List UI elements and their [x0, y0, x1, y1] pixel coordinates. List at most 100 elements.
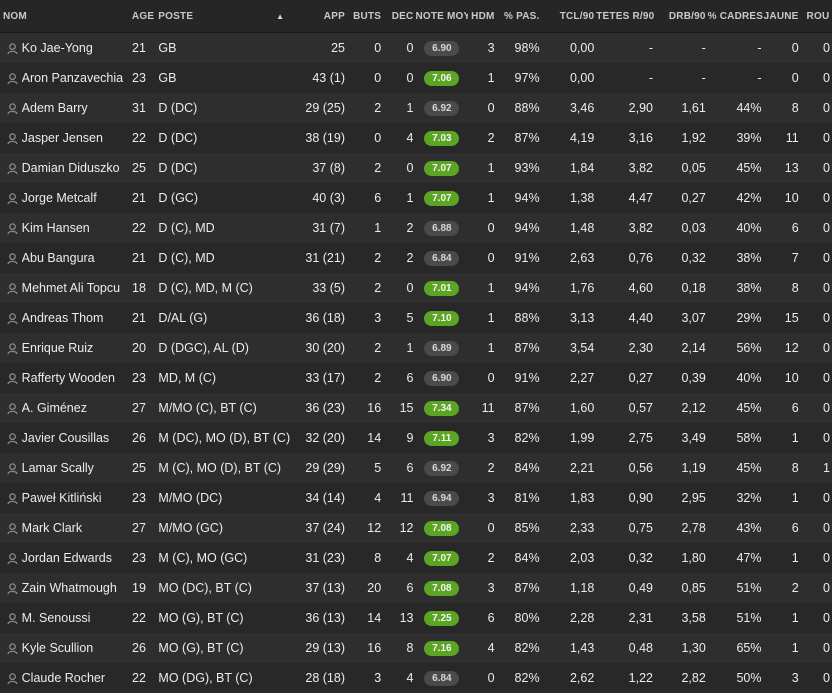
col-header-age[interactable]: ÂGE [132, 11, 158, 22]
player-name[interactable]: Mark Clark [22, 521, 132, 535]
player-person-icon [0, 312, 22, 324]
table-row[interactable]: Mehmet Ali Topcu 18 D (C), MD, M (C) 33 (5)… [0, 273, 832, 303]
table-row[interactable]: M. Senoussi 22 MO (G), BT (C) 36 (13) 14 13 7.… [0, 603, 832, 633]
player-name[interactable]: Jordan Edwards [22, 551, 132, 565]
player-yellow-cards: 15 [784, 311, 799, 325]
table-row[interactable]: Jorge Metcalf 21 D (GC) 40 (3) 6 1 7.07 1 94% 1,3… [0, 183, 832, 213]
col-header-note[interactable]: NOTE MOY [415, 11, 468, 22]
player-red-cards: 0 [823, 341, 830, 355]
player-name[interactable]: Javier Cousillas [22, 431, 132, 445]
col-header-poste[interactable]: POSTE ▲ [158, 11, 290, 22]
player-shots-on-target-pct: 51% [736, 581, 762, 595]
player-yellow-cards: 1 [791, 641, 799, 655]
col-header-tetes[interactable]: TÊTES R/90 [596, 11, 655, 22]
table-row[interactable]: Lamar Scally 25 M (C), MO (D), BT (C) 29 (2… [0, 453, 832, 483]
player-pass-pct: 94% [514, 221, 540, 235]
table-row[interactable]: Ko Jae-Yong 21 GB 25 0 0 6.90 3 98% 0,00 - - - 0 0 [0, 33, 832, 63]
player-shots-on-target-pct: 38% [736, 251, 762, 265]
player-pass-pct: 84% [514, 551, 540, 565]
col-header-drb[interactable]: DRB/90 [655, 11, 708, 22]
table-row[interactable]: Enrique Ruiz 20 D (DGC), AL (D) 30 (20) 2 1 6.… [0, 333, 832, 363]
col-header-cadres[interactable]: % CADRÉS [708, 11, 764, 22]
table-row[interactable]: Rafferty Wooden 23 MD, M (C) 33 (17) 2 6 6.90 0… [0, 363, 832, 393]
player-name[interactable]: Ko Jae-Yong [22, 41, 132, 55]
table-row[interactable]: Claude Rocher 22 MO (DG), BT (C) 28 (18) 3 4 6… [0, 663, 832, 693]
player-name[interactable]: A. Giménez [22, 401, 132, 415]
player-yellow-cards: 10 [784, 191, 799, 205]
table-row[interactable]: Aron Panzavechia 23 GB 43 (1) 0 0 7.06 1 97% 0,00… [0, 63, 832, 93]
rating-badge: 6.90 [424, 371, 460, 386]
player-age: 22 [132, 611, 146, 625]
player-name[interactable]: M. Senoussi [22, 611, 132, 625]
table-row[interactable]: Paweł Kitliński 23 M/MO (DC) 34 (14) 4 11 6.94… [0, 483, 832, 513]
player-position: D (DGC), AL (D) [158, 341, 249, 355]
player-tackles-90: 2,62 [569, 671, 595, 685]
table-row[interactable]: Andreas Thom 21 D/AL (G) 36 (18) 3 5 7.10 1 88% 3… [0, 303, 832, 333]
player-appearances: 30 (20) [305, 341, 345, 355]
col-header-jaune[interactable]: JAUNE [763, 11, 800, 22]
player-name[interactable]: Zain Whatmough [22, 581, 132, 595]
player-name[interactable]: Andreas Thom [22, 311, 132, 325]
col-header-tcl[interactable]: TCL/90 [542, 11, 597, 22]
table-header: NOM ÂGE POSTE ▲ APP BUTS DÉC NOTE MOY HD… [0, 0, 832, 33]
player-tackles-90: 2,03 [569, 551, 595, 565]
player-headers-90: 4,40 [628, 311, 653, 325]
player-name[interactable]: Paweł Kitliński [22, 491, 132, 505]
player-goals: 2 [374, 371, 382, 385]
player-name[interactable]: Kyle Scullion [22, 641, 132, 655]
player-appearances: 36 (18) [305, 311, 345, 325]
player-name[interactable]: Abu Bangura [22, 251, 132, 265]
col-header-app[interactable]: APP [290, 11, 347, 22]
player-dribbles-90: 0,32 [681, 251, 706, 265]
player-name[interactable]: Enrique Ruiz [22, 341, 132, 355]
player-position: M (C), MO (GC) [158, 551, 248, 565]
table-row[interactable]: Mark Clark 27 M/MO (GC) 37 (24) 12 12 7.08 0 85%… [0, 513, 832, 543]
player-name[interactable]: Claude Rocher [22, 671, 132, 685]
table-row[interactable]: Zain Whatmough 19 MO (DC), BT (C) 37 (13) 20… [0, 573, 832, 603]
rating-badge: 7.10 [424, 311, 460, 326]
player-goals: 4 [374, 491, 382, 505]
player-name[interactable]: Jorge Metcalf [22, 191, 132, 205]
player-rating: 6.84 [415, 670, 468, 686]
player-name[interactable]: Mehmet Ali Topcu [22, 281, 132, 295]
player-motm: 1 [487, 161, 495, 175]
table-row[interactable]: Adem Barry 31 D (DC) 29 (25) 2 1 6.92 0 88% 3,46 2… [0, 93, 832, 123]
col-header-rouge[interactable]: ROU [801, 11, 832, 22]
player-shots-on-target-pct: 45% [736, 461, 762, 475]
player-position: D (C), MD [158, 251, 215, 265]
player-position: GB [158, 41, 177, 55]
player-shots-on-target-pct: 32% [736, 491, 762, 505]
player-rating: 7.03 [415, 130, 468, 146]
table-row[interactable]: Jordan Edwards 23 M (C), MO (GC) 31 (23) 8 4 7… [0, 543, 832, 573]
player-name[interactable]: Kim Hansen [22, 221, 132, 235]
player-name[interactable]: Rafferty Wooden [22, 371, 132, 385]
table-row[interactable]: Damian Diduszko 25 D (DC) 37 (8) 2 0 7.07 1 93% 1… [0, 153, 832, 183]
table-row[interactable]: Kyle Scullion 26 MO (G), BT (C) 29 (13) 16 8 7… [0, 633, 832, 663]
player-name[interactable]: Jasper Jensen [22, 131, 132, 145]
col-header-nom[interactable]: NOM [0, 11, 132, 22]
player-pass-pct: 87% [514, 401, 540, 415]
col-header-dec[interactable]: DÉC [383, 11, 415, 22]
player-assists: 2 [406, 221, 414, 235]
col-header-pas[interactable]: % PAS. [497, 11, 542, 22]
player-shots-on-target-pct: - [757, 71, 762, 85]
table-row[interactable]: A. Giménez 27 M/MO (C), BT (C) 36 (23) 16 15 7… [0, 393, 832, 423]
player-headers-90: 3,82 [628, 161, 653, 175]
player-name[interactable]: Aron Panzavechia [22, 71, 132, 85]
col-header-buts[interactable]: BUTS [347, 11, 383, 22]
player-pass-pct: 87% [514, 341, 540, 355]
col-header-hdm[interactable]: HDM [468, 11, 496, 22]
table-row[interactable]: Abu Bangura 21 D (C), MD 31 (21) 2 2 6.84 0 91% 2… [0, 243, 832, 273]
player-assists: 0 [406, 161, 414, 175]
table-row[interactable]: Jasper Jensen 22 D (DC) 38 (19) 0 4 7.03 2 87% 4,… [0, 123, 832, 153]
player-name[interactable]: Adem Barry [22, 101, 132, 115]
table-row[interactable]: Javier Cousillas 26 M (DC), MO (D), BT (C)… [0, 423, 832, 453]
table-row[interactable]: Kim Hansen 22 D (C), MD 31 (7) 1 2 6.88 0 94% 1,4… [0, 213, 832, 243]
player-red-cards: 0 [823, 641, 830, 655]
player-name[interactable]: Damian Diduszko [22, 161, 132, 175]
player-name[interactable]: Lamar Scally [22, 461, 132, 475]
player-age: 18 [132, 281, 146, 295]
player-goals: 2 [374, 281, 382, 295]
player-position: MO (G), BT (C) [158, 641, 244, 655]
player-yellow-cards: 2 [791, 581, 799, 595]
